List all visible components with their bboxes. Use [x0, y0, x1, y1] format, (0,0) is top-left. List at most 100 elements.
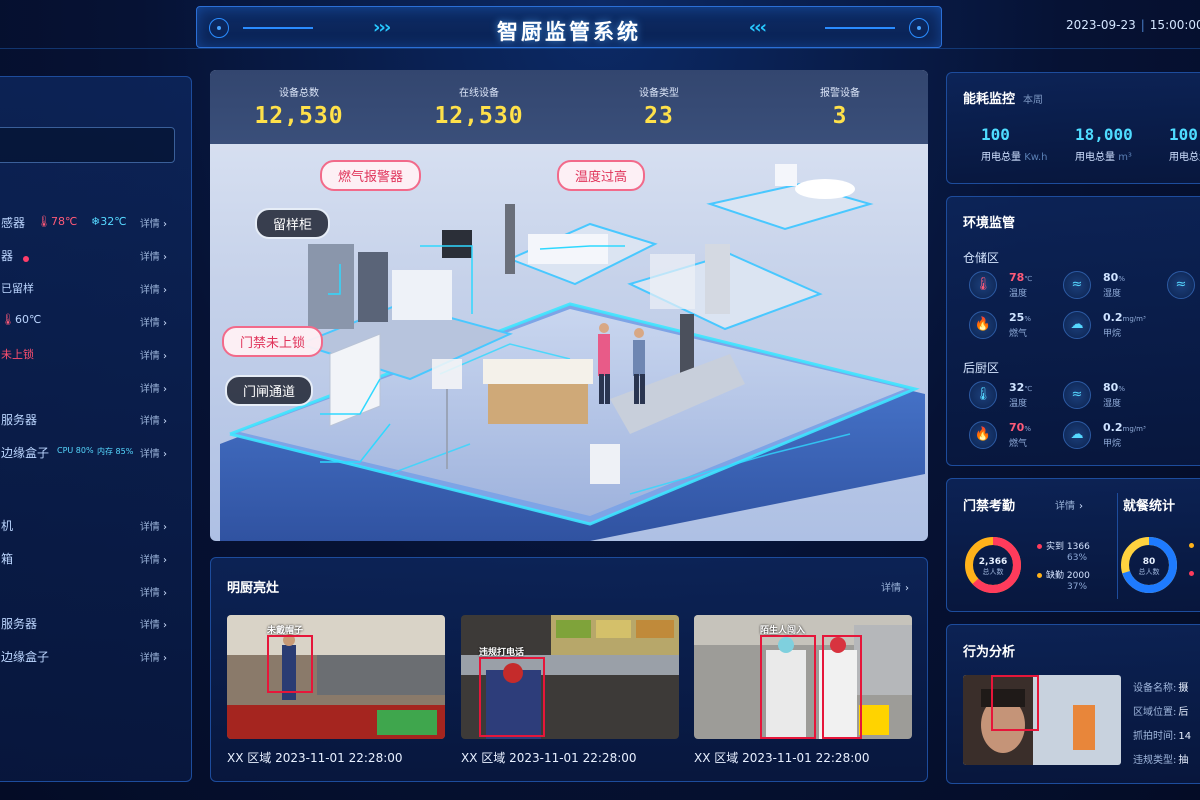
list-item: 详情: [0, 582, 183, 600]
detail-link[interactable]: 详情: [140, 248, 167, 263]
tag-gas-alarm[interactable]: 燃气报警器: [320, 160, 422, 191]
energy-item: 100 用电总量: [1169, 125, 1200, 163]
temp-reading: 🌡78℃: [37, 215, 78, 228]
legend-present: 实到 1366: [1037, 539, 1090, 552]
thermometer-icon: 🌡: [969, 271, 997, 299]
detail-link[interactable]: 详情: [140, 281, 167, 296]
panel-title: 能耗监控 本周: [963, 92, 1044, 107]
zone-label: 仓储区: [963, 251, 1000, 265]
list-item: 机 详情: [0, 516, 183, 534]
device-list-panel: 感器 🌡78℃ ❄32℃ 详情 器 详情 已留样 详情 🌡60℃ 详情 未上锁 …: [0, 76, 192, 782]
search-input[interactable]: [0, 127, 175, 163]
thermometer-icon: 🌡: [1, 313, 15, 326]
camera-snapshot[interactable]: [963, 675, 1121, 765]
stat-device-types: 设备类型 23: [639, 88, 679, 129]
list-item: 感器 🌡78℃ ❄32℃ 详情: [0, 213, 183, 231]
metric-gas: 🔥 25% 燃气: [969, 311, 1039, 343]
detail-link[interactable]: 详情: [140, 215, 167, 230]
camera-feed[interactable]: 未戴帽子 XX 区域 2023-11-01 22:28:00: [227, 615, 445, 767]
period-label: 本周: [1023, 95, 1044, 106]
detail-link[interactable]: 详情: [140, 445, 167, 460]
detail-link[interactable]: 详情: [140, 412, 167, 427]
energy-monitor-panel: 能耗监控 本周 100 用电总量 Kw.h 18,000 用电总量 m³ 100 …: [946, 72, 1200, 184]
metric-extra: ≈: [1167, 271, 1200, 303]
energy-item: 18,000 用电总量 m³: [1075, 125, 1133, 163]
stat-online-devices: 在线设备 12,530: [434, 88, 524, 129]
stat-total-devices: 设备总数 12,530: [254, 88, 344, 129]
violation-label: 未戴帽子: [267, 626, 304, 636]
metric-humidity: ≈ 80% 湿度: [1063, 381, 1133, 413]
legend-absent: 缺勤 2000: [1037, 568, 1090, 581]
attendance-panel: 门禁考勤 详情 › 就餐统计 2,366 总人数 实到 1366 63% 缺勤 2…: [946, 478, 1200, 612]
wind-icon: ≈: [1063, 271, 1091, 299]
detection-box: [822, 635, 862, 739]
list-item: 服务器 详情: [0, 410, 183, 428]
detail-link[interactable]: 详情 ›: [1055, 497, 1083, 512]
list-item: 服务器 详情: [0, 614, 183, 632]
list-item: 未上锁 详情: [0, 345, 183, 363]
present-percent: 63%: [1067, 553, 1088, 563]
detail-link[interactable]: 详情: [140, 584, 167, 599]
metric-temperature: 🌡 78℃ 温度: [969, 271, 1039, 303]
detection-box: [479, 657, 545, 737]
title-deco-right: [825, 27, 895, 29]
tag-temperature-high[interactable]: 温度过高: [557, 160, 646, 191]
list-item: 边缘盒子 CPU 80% 内存 85% 详情: [0, 443, 183, 461]
detection-box: [991, 675, 1039, 731]
detail-link[interactable]: 详情: [140, 616, 167, 631]
info-capture-time: 抓拍时间: 14: [1133, 731, 1192, 742]
camera-feed[interactable]: 违规打电话 XX 区域 2023-11-01 22:28:00: [461, 615, 679, 767]
kitchen-3d-scene[interactable]: 设备总数 12,530 在线设备 12,530 设备类型 23 报警设备 3 燃…: [210, 70, 928, 541]
camera-snapshot: 陌生人闯入: [694, 615, 912, 739]
kitchen-photo-1: [227, 615, 445, 739]
metric-gas: 🔥 70% 燃气: [969, 421, 1039, 453]
detail-link[interactable]: 详情 ›: [881, 579, 909, 594]
flame-icon: 🔥: [969, 311, 997, 339]
list-item: 箱 详情: [0, 549, 183, 567]
camera-caption: XX 区域 2023-11-01 22:28:00: [227, 751, 403, 765]
detail-link[interactable]: 详情: [140, 347, 167, 362]
cloud-icon: ☁: [1063, 311, 1091, 339]
detail-link[interactable]: 详情: [140, 314, 167, 329]
detection-box: [267, 635, 313, 693]
list-item: 详情: [0, 378, 183, 396]
tag-door-unlocked[interactable]: 门禁未上锁: [222, 326, 324, 357]
camera-caption: XX 区域 2023-11-01 22:28:00: [461, 751, 637, 765]
thermometer-icon: 🌡: [969, 381, 997, 409]
absent-percent: 37%: [1067, 582, 1088, 592]
camera-snapshot: 违规打电话: [461, 615, 679, 739]
environment-panel: 环境监管 仓储区 🌡 78℃ 温度 ≈ 80% 湿度 ≈ 🔥 25% 燃气 ☁ …: [946, 196, 1200, 466]
title-plate: ››› 智厨监管系统 ‹‹‹: [196, 6, 942, 48]
chevron-left-icon: ‹‹‹: [748, 17, 767, 38]
camera-feed[interactable]: 陌生人闯入 XX 区域 2023-11-01 22:28:00: [694, 615, 912, 767]
behavior-analysis-panel: 行为分析 设备名称: 摄 区域位置: 后 抓拍时间: 14 违规类型: 抽: [946, 624, 1200, 784]
detail-link[interactable]: 详情: [140, 649, 167, 664]
info-area: 区域位置: 后: [1133, 707, 1189, 718]
panel-title: 门禁考勤: [963, 499, 1016, 514]
detail-link[interactable]: 详情: [140, 551, 167, 566]
metric-humidity: ≈ 80% 湿度: [1063, 271, 1133, 303]
detail-link[interactable]: 详情: [140, 518, 167, 533]
bright-kitchen-panel: 明厨亮灶 详情› 未戴帽子 XX 区域 2023-11-01 22:28:00: [210, 557, 928, 782]
violation-label: 陌生人闯入: [760, 626, 806, 636]
metric-methane: ☁ 0.2mg/m³ 甲烷: [1063, 421, 1146, 453]
list-item: 🌡60℃ 详情: [0, 312, 183, 330]
page-title: 智厨监管系统: [497, 20, 641, 44]
zone-label: 后厨区: [963, 361, 1000, 375]
donut-center: 80 总人数: [1138, 557, 1160, 576]
header-line: [0, 48, 1200, 49]
legend-dot: [1189, 543, 1194, 548]
list-item: 器 详情: [0, 246, 183, 264]
list-item: 已留样 详情: [0, 279, 183, 297]
tag-sample-cabinet[interactable]: 留样柜: [255, 208, 331, 239]
tag-gate-channel[interactable]: 门闸通道: [225, 375, 314, 406]
panel-title: 行为分析: [963, 645, 1016, 660]
camera-snapshot: 未戴帽子: [227, 615, 445, 739]
time: 15:00:00: [1149, 18, 1200, 32]
donut-center: 2,366 总人数: [978, 557, 1008, 576]
alert-dot: [23, 252, 29, 265]
detail-link[interactable]: 详情: [140, 380, 167, 395]
energy-item: 100 用电总量 Kw.h: [981, 125, 1048, 163]
metric-methane: ☁ 0.2mg/m³ 甲烷: [1063, 311, 1146, 343]
ac-reading: ❄32℃: [91, 215, 127, 228]
